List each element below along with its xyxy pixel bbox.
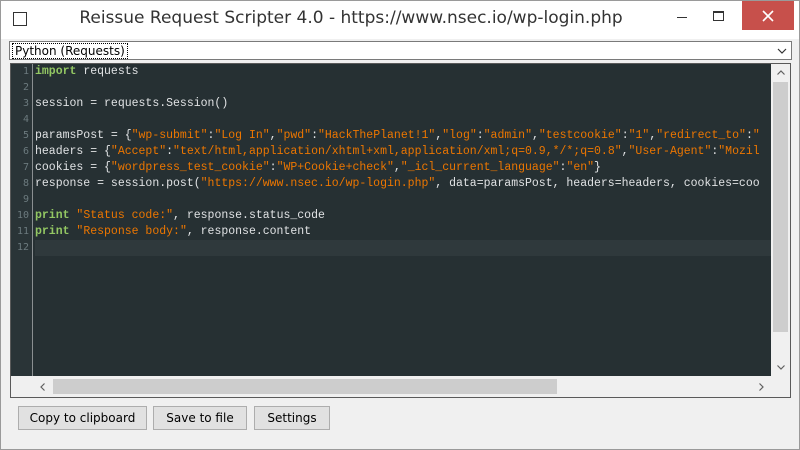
- maximize-button[interactable]: [701, 1, 735, 30]
- code-line[interactable]: [35, 80, 771, 96]
- code-token: ,: [621, 145, 629, 158]
- code-token: "WP+Cookie+check": [276, 161, 394, 174]
- code-token: :: [269, 161, 277, 174]
- code-line[interactable]: cookies = {"wordpress_test_cookie":"WP+C…: [35, 160, 771, 176]
- title-bar[interactable]: Reissue Request Scripter 4.0 - https://w…: [1, 1, 799, 39]
- line-number: 2: [22, 82, 29, 93]
- code-token: response = session.post(: [35, 177, 201, 190]
- code-token: "admin": [483, 129, 532, 142]
- code-token: "testcookie": [538, 129, 622, 142]
- code-token: "Accept": [110, 145, 167, 158]
- code-token: :: [476, 129, 484, 142]
- app-window: Reissue Request Scripter 4.0 - https://w…: [0, 0, 800, 450]
- code-token: :: [166, 145, 174, 158]
- code-token: "log": [442, 129, 477, 142]
- line-number: 5: [22, 130, 29, 141]
- code-token: print: [35, 209, 70, 222]
- scrollbar-corner: [771, 376, 790, 397]
- code-token: print: [35, 225, 70, 238]
- code-token: "en": [566, 161, 595, 174]
- vertical-scroll-thumb[interactable]: [773, 82, 788, 332]
- code-token: :: [621, 129, 629, 142]
- code-area[interactable]: import requests session = requests.Sessio…: [35, 64, 771, 376]
- code-token: "1": [628, 129, 650, 142]
- code-token: "Response body:": [76, 225, 187, 238]
- code-line[interactable]: [35, 112, 771, 128]
- line-number: 4: [22, 114, 29, 125]
- code-token: "redirect_to": [656, 129, 746, 142]
- code-token: "User-Agent": [628, 145, 712, 158]
- code-token: "wordpress_test_cookie": [110, 161, 270, 174]
- code-token: , response.status_code: [173, 209, 325, 222]
- line-number-gutter: 1 2 3 4 5 6 7 8 9 10 11 12: [11, 64, 33, 376]
- code-token: session = requests.Session(): [35, 97, 229, 110]
- code-token: ,: [269, 129, 277, 142]
- line-number: 12: [16, 242, 29, 253]
- code-token: "wp-submit": [131, 129, 208, 142]
- maximize-icon: [712, 10, 724, 21]
- line-number: 10: [16, 210, 29, 221]
- code-token: "Status code:": [76, 209, 174, 222]
- line-numbers: 1 2 3 4 5 6 7 8 9 10 11 12: [11, 64, 33, 256]
- code-token: "pwd": [276, 129, 312, 142]
- line-number: 1: [22, 66, 29, 77]
- code-editor[interactable]: 1 2 3 4 5 6 7 8 9 10 11 12 import requests session =…: [10, 63, 791, 398]
- vertical-scrollbar[interactable]: [771, 64, 790, 376]
- chevron-down-icon[interactable]: [773, 42, 791, 59]
- code-token: ,: [531, 129, 539, 142]
- code-token: import: [35, 65, 77, 78]
- code-token: headers = {: [35, 145, 111, 158]
- horizontal-scroll-thumb[interactable]: [53, 379, 557, 394]
- code-token: "Log In": [214, 129, 270, 142]
- code-token: "Mozil: [718, 145, 760, 158]
- code-token: requests: [76, 65, 139, 78]
- line-number: 6: [22, 146, 29, 157]
- line-number: 11: [16, 226, 29, 237]
- window-title: Reissue Request Scripter 4.0 - https://w…: [79, 8, 623, 28]
- code-line[interactable]: print "Status code:", response.status_co…: [35, 208, 771, 224]
- horizontal-scrollbar[interactable]: [11, 376, 771, 397]
- code-token: ": [752, 129, 760, 142]
- code-token: "_icl_current_language": [400, 161, 560, 174]
- code-line[interactable]: headers = {"Accept":"text/html,applicati…: [35, 144, 771, 160]
- line-number: 9: [22, 194, 29, 205]
- code-token: :: [745, 129, 753, 142]
- code-token: :: [311, 129, 318, 142]
- scroll-left-icon[interactable]: [33, 376, 51, 397]
- scroll-right-icon[interactable]: [752, 376, 770, 397]
- code-token: "https://www.nsec.io/wp-login.php": [200, 177, 436, 190]
- scroll-down-icon[interactable]: [771, 359, 790, 376]
- line-number: 7: [22, 162, 29, 173]
- code-token: ,: [393, 161, 401, 174]
- copy-to-clipboard-button[interactable]: Copy to clipboard: [18, 406, 147, 430]
- code-token: paramsPost = {: [35, 129, 132, 142]
- code-token: , data=paramsPost, headers=headers, cook…: [435, 177, 760, 190]
- code-token: cookies = {: [35, 161, 111, 174]
- close-button[interactable]: [742, 1, 794, 30]
- line-number: 8: [22, 178, 29, 189]
- minimize-button[interactable]: [665, 1, 699, 30]
- line-number: 3: [22, 98, 29, 109]
- code-line[interactable]: [35, 240, 771, 256]
- code-line[interactable]: print "Response body:", response.content: [35, 224, 771, 240]
- code-token: "HackThePlanet!1": [318, 129, 436, 142]
- settings-button[interactable]: Settings: [254, 406, 330, 430]
- close-icon: [762, 9, 774, 22]
- code-token: , response.content: [186, 225, 312, 238]
- code-line[interactable]: [35, 192, 771, 208]
- language-dropdown[interactable]: Python (Requests): [9, 41, 792, 60]
- code-line[interactable]: session = requests.Session(): [35, 96, 771, 112]
- code-line[interactable]: paramsPost = {"wp-submit":"Log In","pwd"…: [35, 128, 771, 144]
- code-line[interactable]: response = session.post("https://www.nse…: [35, 176, 771, 192]
- save-to-file-button[interactable]: Save to file: [153, 406, 247, 430]
- code-token: "text/html,application/xhtml+xml,applica…: [173, 145, 622, 158]
- scroll-up-icon[interactable]: [771, 64, 790, 81]
- code-line[interactable]: import requests: [35, 64, 771, 80]
- minimize-icon: [677, 17, 687, 18]
- code-token: }: [594, 161, 601, 174]
- language-selected-value: Python (Requests): [12, 43, 128, 59]
